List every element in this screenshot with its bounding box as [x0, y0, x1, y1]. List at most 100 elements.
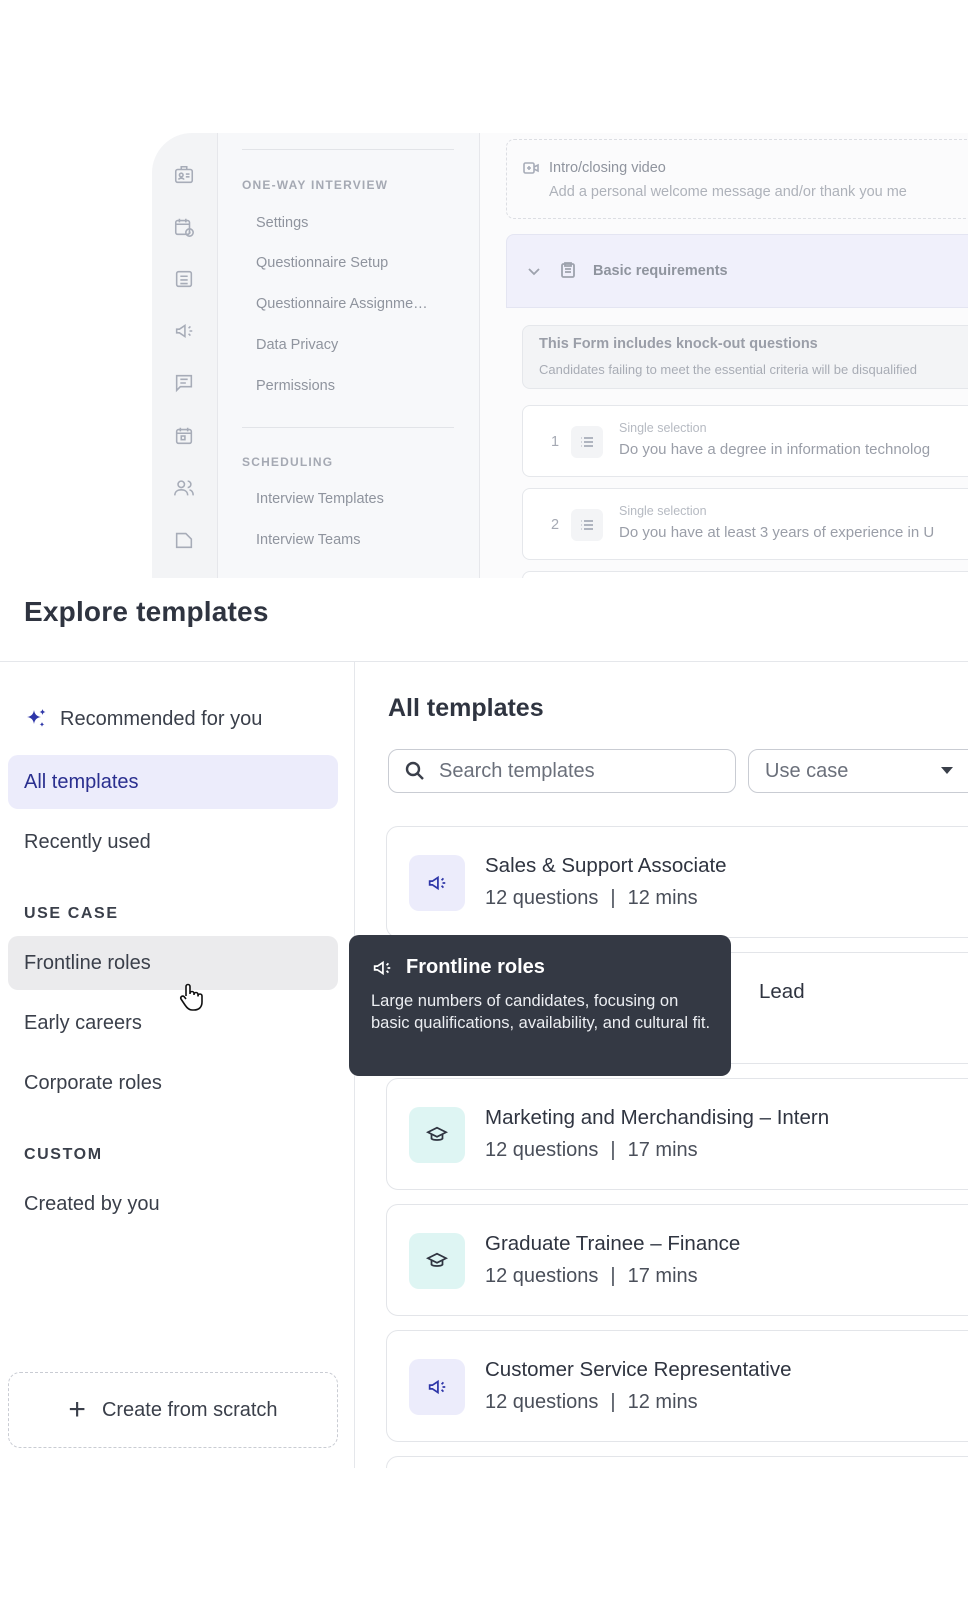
use-case-select-label: Use case	[765, 759, 849, 782]
folder-icon[interactable]	[172, 528, 196, 552]
calendar-icon[interactable]	[172, 424, 196, 448]
sidebar-item-recommended[interactable]: Recommended for you	[8, 692, 338, 746]
question-number: 2	[551, 517, 560, 533]
main-title: All templates	[388, 694, 544, 722]
search-input[interactable]	[439, 758, 719, 784]
nav-item-settings[interactable]: Settings	[256, 215, 308, 231]
question-type: Single selection	[619, 504, 707, 518]
plus-icon: +	[68, 1393, 86, 1426]
knockout-subtitle: Candidates failing to meet the essential…	[539, 362, 917, 377]
chevron-down-icon[interactable]	[525, 262, 543, 280]
calendar-clock-icon[interactable]	[172, 215, 196, 239]
sidebar-item-label: Early careers	[24, 1011, 142, 1034]
nav-item-data-privacy[interactable]: Data Privacy	[256, 337, 338, 353]
nav-item-interview-templates[interactable]: Interview Templates	[256, 491, 384, 507]
intro-title: Intro/closing video	[549, 160, 666, 176]
caret-down-icon	[941, 767, 953, 774]
hand-cursor-icon	[178, 982, 204, 1012]
graduation-cap-icon	[409, 1107, 465, 1163]
template-name: Marketing and Merchandising – Intern	[485, 1106, 830, 1129]
tooltip-body: Large numbers of candidates, focusing on…	[371, 992, 711, 1032]
megaphone-icon	[409, 855, 465, 911]
template-name: Lead	[759, 980, 805, 1003]
template-questions: 12 questions	[485, 1139, 599, 1161]
chat-icon[interactable]	[172, 371, 196, 395]
list-bullets-icon	[571, 509, 603, 541]
nav-heading-scheduling: SCHEDULING	[242, 455, 334, 469]
question-type: Single selection	[619, 421, 707, 435]
template-meta: 12 questions | 12 mins	[485, 887, 698, 910]
settings-nav: ONE-WAY INTERVIEW Settings Questionnaire…	[218, 133, 480, 578]
sidebar-item-early-careers[interactable]: Early careers	[8, 996, 338, 1050]
intro-subtitle: Add a personal welcome message and/or th…	[549, 184, 907, 200]
question-number: 1	[551, 434, 560, 450]
template-questions: 12 questions	[485, 1391, 599, 1413]
template-questions: 12 questions	[485, 887, 599, 909]
search-field[interactable]	[388, 749, 736, 793]
sidebar-item-recently-used[interactable]: Recently used	[8, 815, 338, 869]
nav-item-permissions[interactable]: Permissions	[256, 378, 335, 394]
icon-rail	[152, 133, 218, 578]
template-duration: 17 mins	[627, 1139, 698, 1161]
template-duration: 12 mins	[627, 887, 698, 909]
sidebar-item-label: Recently used	[24, 830, 151, 853]
template-card[interactable]: Graduate Trainee – Finance 12 questions |…	[386, 1204, 968, 1316]
video-add-icon	[523, 160, 539, 176]
template-duration: 12 mins	[627, 1391, 698, 1413]
sidebar-item-frontline-roles[interactable]: Frontline roles	[8, 936, 338, 990]
nav-heading-one-way-interview: ONE-WAY INTERVIEW	[242, 178, 389, 192]
megaphone-icon	[371, 957, 393, 979]
sidebar-item-label: Recommended for you	[60, 707, 263, 730]
id-card-icon[interactable]	[172, 163, 196, 187]
nav-item-interview-teams[interactable]: Interview Teams	[256, 532, 361, 548]
template-name: Sales & Support Associate	[485, 854, 727, 877]
question-text: Do you have a degree in information tech…	[619, 441, 931, 458]
meta-separator: |	[610, 1265, 616, 1287]
template-card[interactable]: Marketing and Merchandising – Intern 12 …	[386, 1078, 968, 1190]
megaphone-icon[interactable]	[172, 319, 196, 343]
graduation-cap-icon	[409, 1233, 465, 1289]
template-meta: 12 questions | 17 mins	[485, 1139, 698, 1162]
template-card[interactable]: Customer Service Representative 12 quest…	[386, 1330, 968, 1442]
question-text: Do you have at least 3 years of experien…	[619, 524, 935, 541]
intro-video-box[interactable]: Intro/closing video Add a personal welco…	[506, 139, 968, 219]
tooltip-title: Frontline roles	[406, 956, 545, 978]
create-button-label: Create from scratch	[101, 1398, 278, 1421]
meta-separator: |	[610, 1391, 616, 1413]
sidebar-item-corporate-roles[interactable]: Corporate roles	[8, 1056, 338, 1110]
question-card[interactable]: 1 Single selection Do you have a degree …	[522, 405, 968, 477]
meta-separator: |	[610, 1139, 616, 1161]
create-from-scratch-button[interactable]: + Create from scratch	[8, 1372, 338, 1448]
nav-divider	[242, 427, 454, 428]
clipboard-icon	[559, 261, 577, 279]
sidebar-heading-custom: CUSTOM	[24, 1146, 103, 1163]
question-card[interactable]: 2 Single selection Do you have at least …	[522, 488, 968, 560]
sidebar-heading-use-case: USE CASE	[24, 905, 119, 922]
template-name: Customer Service Representative	[485, 1358, 792, 1381]
meta-separator: |	[610, 887, 616, 909]
list-bullets-icon	[571, 426, 603, 458]
nav-item-questionnaire-assignment[interactable]: Questionnaire Assignme…	[256, 296, 428, 312]
users-icon[interactable]	[172, 476, 196, 500]
template-name: Graduate Trainee – Finance	[485, 1232, 741, 1255]
nav-divider	[242, 149, 454, 150]
sidebar-item-label: Frontline roles	[24, 951, 151, 974]
use-case-select[interactable]: Use case	[748, 749, 968, 793]
modal-title: Explore templates	[24, 596, 269, 627]
list-icon[interactable]	[172, 267, 196, 291]
knockout-title: This Form includes knock-out questions	[539, 336, 818, 352]
sidebar-item-all-templates[interactable]: All templates	[8, 755, 338, 809]
template-card[interactable]: Sales & Support Associate 12 questions | 1…	[386, 826, 968, 938]
sidebar-item-label: Created by you	[24, 1192, 160, 1215]
knockout-notice: This Form includes knock-out questions C…	[522, 325, 968, 389]
nav-item-questionnaire-setup[interactable]: Questionnaire Setup	[256, 255, 388, 271]
sidebar-item-created-by-you[interactable]: Created by you	[8, 1177, 338, 1231]
template-meta: 12 questions | 17 mins	[485, 1265, 698, 1288]
template-card[interactable]	[386, 1456, 968, 1468]
basic-requirements-header[interactable]: Basic requirements	[506, 234, 968, 308]
background-app-preview: ONE-WAY INTERVIEW Settings Questionnaire…	[152, 133, 968, 578]
question-card[interactable]	[522, 571, 968, 578]
sidebar-item-label: All templates	[24, 770, 139, 793]
questionnaire-content: Intro/closing video Add a personal welco…	[480, 133, 968, 578]
template-duration: 17 mins	[627, 1265, 698, 1287]
